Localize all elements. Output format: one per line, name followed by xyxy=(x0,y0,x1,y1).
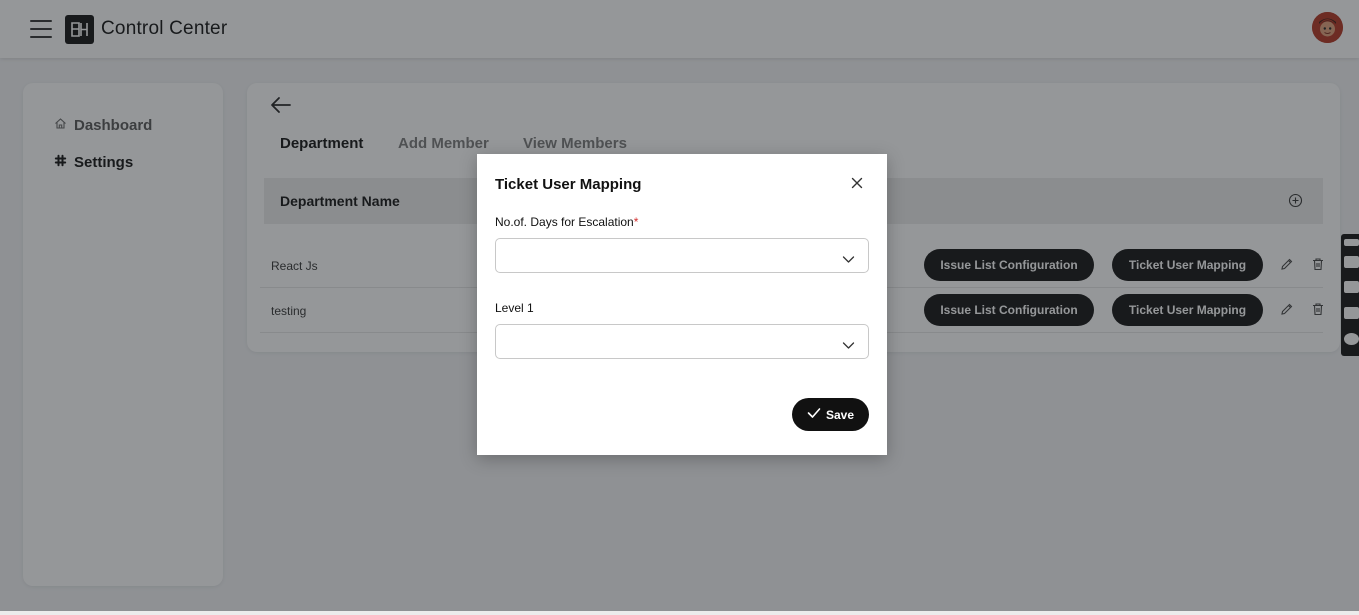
escalation-days-label: No.of. Days for Escalation* xyxy=(495,215,638,229)
close-icon[interactable] xyxy=(850,176,864,195)
level-1-label: Level 1 xyxy=(495,301,534,315)
modal-title: Ticket User Mapping xyxy=(495,176,642,193)
check-icon xyxy=(807,407,821,422)
chevron-down-icon xyxy=(842,337,855,355)
required-mark: * xyxy=(633,215,639,229)
save-label: Save xyxy=(825,407,855,422)
escalation-days-select[interactable] xyxy=(495,238,869,273)
escalation-days-label-text: No.of. Days for Escalation xyxy=(495,215,634,229)
level-1-select[interactable] xyxy=(495,324,869,359)
save-button[interactable]: Save xyxy=(792,398,869,431)
chevron-down-icon xyxy=(842,251,855,269)
bottom-strip xyxy=(0,611,1359,615)
ticket-user-mapping-modal: Ticket User Mapping No.of. Days for Esca… xyxy=(477,154,887,455)
